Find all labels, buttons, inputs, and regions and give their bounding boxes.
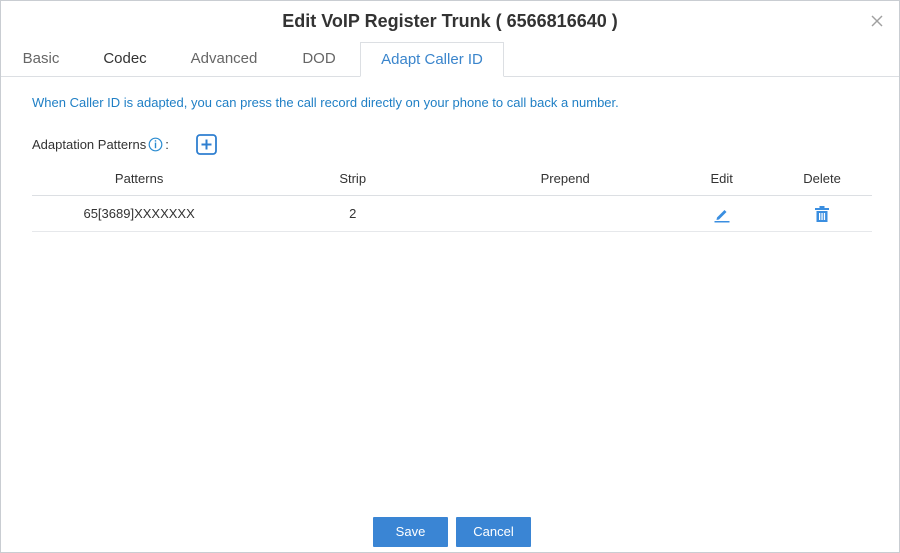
column-header-delete: Delete [772,161,872,196]
dialog-title: Edit VoIP Register Trunk ( 6566816640 ) [282,11,618,31]
column-header-patterns: Patterns [32,161,247,196]
adaptation-patterns-colon: : [165,137,169,152]
table-header-row: Patterns Strip Prepend Edit Delete [32,161,872,196]
table-row: 65[3689]XXXXXXX 2 [32,195,872,232]
add-pattern-button[interactable] [196,134,217,155]
save-button[interactable]: Save [373,517,448,547]
close-icon[interactable] [869,13,885,29]
pattern-cell: 65[3689]XXXXXXX [32,195,247,232]
trash-icon[interactable] [813,205,831,223]
edit-trunk-dialog: Edit VoIP Register Trunk ( 6566816640 ) … [0,0,900,553]
adaptation-patterns-label: Adaptation Patterns : [32,137,169,152]
adapt-caller-id-notice: When Caller ID is adapted, you can press… [32,95,619,110]
tab-codec[interactable]: Codec [93,42,157,75]
tab-basic[interactable]: Basic [13,42,69,75]
tab-adapt-caller-id[interactable]: Adapt Caller ID [360,42,504,77]
pencil-icon[interactable] [713,205,731,223]
delete-cell [772,195,872,232]
tab-advanced[interactable]: Advanced [181,42,267,75]
adaptation-patterns-table: Patterns Strip Prepend Edit Delete 65[36… [32,161,872,232]
edit-cell [671,195,773,232]
column-header-strip: Strip [246,161,460,196]
strip-cell: 2 [246,195,460,232]
cancel-button[interactable]: Cancel [456,517,531,547]
tab-bar: Basic Codec Advanced DOD Adapt Caller ID [1,42,899,77]
column-header-edit: Edit [671,161,773,196]
column-header-prepend: Prepend [459,161,672,196]
prepend-cell [459,195,672,232]
adaptation-patterns-text: Adaptation Patterns [32,137,147,152]
info-icon[interactable] [148,137,163,152]
tab-dod[interactable]: DOD [293,42,345,75]
